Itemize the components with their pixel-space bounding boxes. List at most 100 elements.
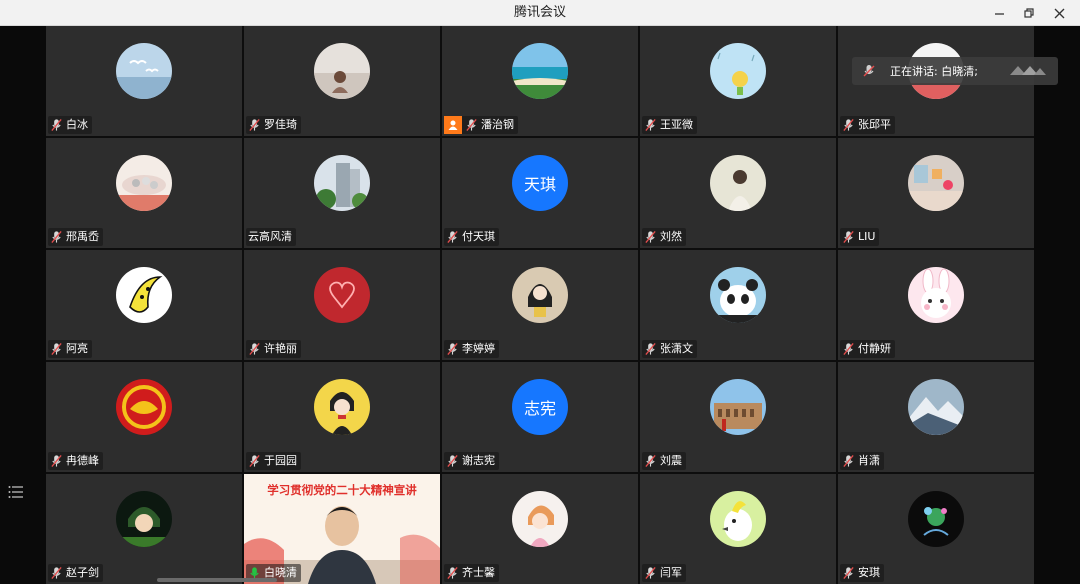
nameplate: 赵子剑 [48, 564, 103, 582]
participant-name: 齐士馨 [462, 566, 495, 579]
speaking-label: 正在讲话: 白晓清; [890, 65, 978, 78]
nameplate: LIU [840, 228, 880, 246]
speaking-indicator: 正在讲话: 白晓清; [852, 57, 1058, 85]
mic-muted-icon [249, 119, 260, 131]
horizontal-scrollbar[interactable] [157, 578, 277, 582]
participant-tile[interactable]: 刘然 [640, 138, 836, 248]
mic-muted-icon [51, 455, 62, 467]
participant-name: 赵子剑 [66, 566, 99, 579]
nameplate: 潘治钢 [444, 116, 518, 134]
avatar [116, 43, 172, 99]
nameplate: 白冰 [48, 116, 92, 134]
mic-muted-icon [843, 455, 854, 467]
mic-muted-icon [843, 119, 854, 131]
participant-tile[interactable]: 白冰 [46, 26, 242, 136]
avatar [710, 379, 766, 435]
participant-name: 冉德峰 [66, 454, 99, 467]
nameplate: 付天琪 [444, 228, 499, 246]
participant-tile[interactable]: 罗佳琦 [244, 26, 440, 136]
participant-name: 王亚微 [660, 118, 693, 131]
participant-name: 许艳丽 [264, 342, 297, 355]
participant-tile[interactable]: 付静妍 [838, 250, 1034, 360]
right-panel [1034, 26, 1080, 584]
tencent-meeting-logo [1010, 66, 1046, 75]
mic-muted-icon [447, 567, 458, 579]
nameplate: 阿亮 [48, 340, 92, 358]
participant-name: 罗佳琦 [264, 118, 297, 131]
nameplate: 于园园 [246, 452, 301, 470]
host-badge-icon [444, 116, 462, 134]
mic-muted-icon [249, 455, 260, 467]
participant-tile[interactable]: 学习贯彻党的二十大精神宣讲 白晓清 [244, 474, 440, 584]
participant-name: 阿亮 [66, 342, 88, 355]
avatar [314, 43, 370, 99]
participant-tile[interactable]: 潘治钢 [442, 26, 638, 136]
avatar [710, 267, 766, 323]
nameplate: 张邱平 [840, 116, 895, 134]
participant-tile[interactable]: 赵子剑 [46, 474, 242, 584]
participant-name: 谢志宪 [462, 454, 495, 467]
mic-muted-icon [645, 231, 656, 243]
mic-muted-icon [447, 343, 458, 355]
mic-muted-icon [843, 343, 854, 355]
nameplate: 齐士馨 [444, 564, 499, 582]
mic-muted-icon [645, 567, 656, 579]
restore-icon[interactable] [1014, 0, 1044, 26]
mic-muted-icon [447, 455, 458, 467]
avatar [512, 491, 568, 547]
participant-tile[interactable]: 齐士馨 [442, 474, 638, 584]
participant-name: 云高风清 [248, 230, 292, 243]
avatar [908, 155, 964, 211]
participant-name: 李婷婷 [462, 342, 495, 355]
participant-tile[interactable]: 天琪付天琪 [442, 138, 638, 248]
mic-muted-icon [447, 231, 458, 243]
participant-tile[interactable]: 张潇文 [640, 250, 836, 360]
participant-tile[interactable]: LIU [838, 138, 1034, 248]
participant-tile[interactable]: 李婷婷 [442, 250, 638, 360]
avatar [314, 267, 370, 323]
participant-tile[interactable]: 志宪谢志宪 [442, 362, 638, 472]
participant-tile[interactable]: 于园园 [244, 362, 440, 472]
participant-name: 刘然 [660, 230, 682, 243]
participant-tile[interactable]: 王亚微 [640, 26, 836, 136]
participant-name: 于园园 [264, 454, 297, 467]
mic-muted-icon [645, 343, 656, 355]
avatar [314, 155, 370, 211]
title-bar: 腾讯会议 [0, 0, 1080, 26]
participant-tile[interactable]: 肖潇 [838, 362, 1034, 472]
participant-tile[interactable]: 冉德峰 [46, 362, 242, 472]
mic-muted-icon [843, 567, 854, 579]
avatar: 天琪 [512, 155, 568, 211]
mic-muted-icon [249, 343, 260, 355]
mic-muted-icon [645, 119, 656, 131]
participant-tile[interactable]: 刘震 [640, 362, 836, 472]
avatar [908, 491, 964, 547]
minimize-icon[interactable] [984, 0, 1014, 26]
nameplate: 云高风清 [246, 228, 296, 246]
participant-name: 张潇文 [660, 342, 693, 355]
participant-tile[interactable]: 阿亮 [46, 250, 242, 360]
nameplate: 许艳丽 [246, 340, 301, 358]
participant-name: 付天琪 [462, 230, 495, 243]
participant-tile[interactable]: 许艳丽 [244, 250, 440, 360]
participant-tile[interactable]: 安琪 [838, 474, 1034, 584]
participant-tile[interactable]: 闫军 [640, 474, 836, 584]
avatar [710, 491, 766, 547]
avatar [908, 379, 964, 435]
left-panel [0, 26, 46, 584]
mic-muted-icon [51, 231, 62, 243]
list-icon[interactable] [8, 484, 24, 498]
nameplate: 谢志宪 [444, 452, 499, 470]
nameplate: 肖潇 [840, 452, 884, 470]
close-icon[interactable] [1044, 0, 1074, 26]
participant-name: 刘震 [660, 454, 682, 467]
window-title: 腾讯会议 [513, 5, 566, 20]
participant-tile[interactable]: 云高风清 [244, 138, 440, 248]
participant-name: LIU [858, 230, 876, 243]
nameplate: 冉德峰 [48, 452, 103, 470]
participant-name: 潘治钢 [481, 118, 514, 131]
mic-muted-icon [51, 567, 62, 579]
mic-icon [863, 65, 875, 77]
participant-tile[interactable]: 邢禹岙 [46, 138, 242, 248]
avatar: 志宪 [512, 379, 568, 435]
